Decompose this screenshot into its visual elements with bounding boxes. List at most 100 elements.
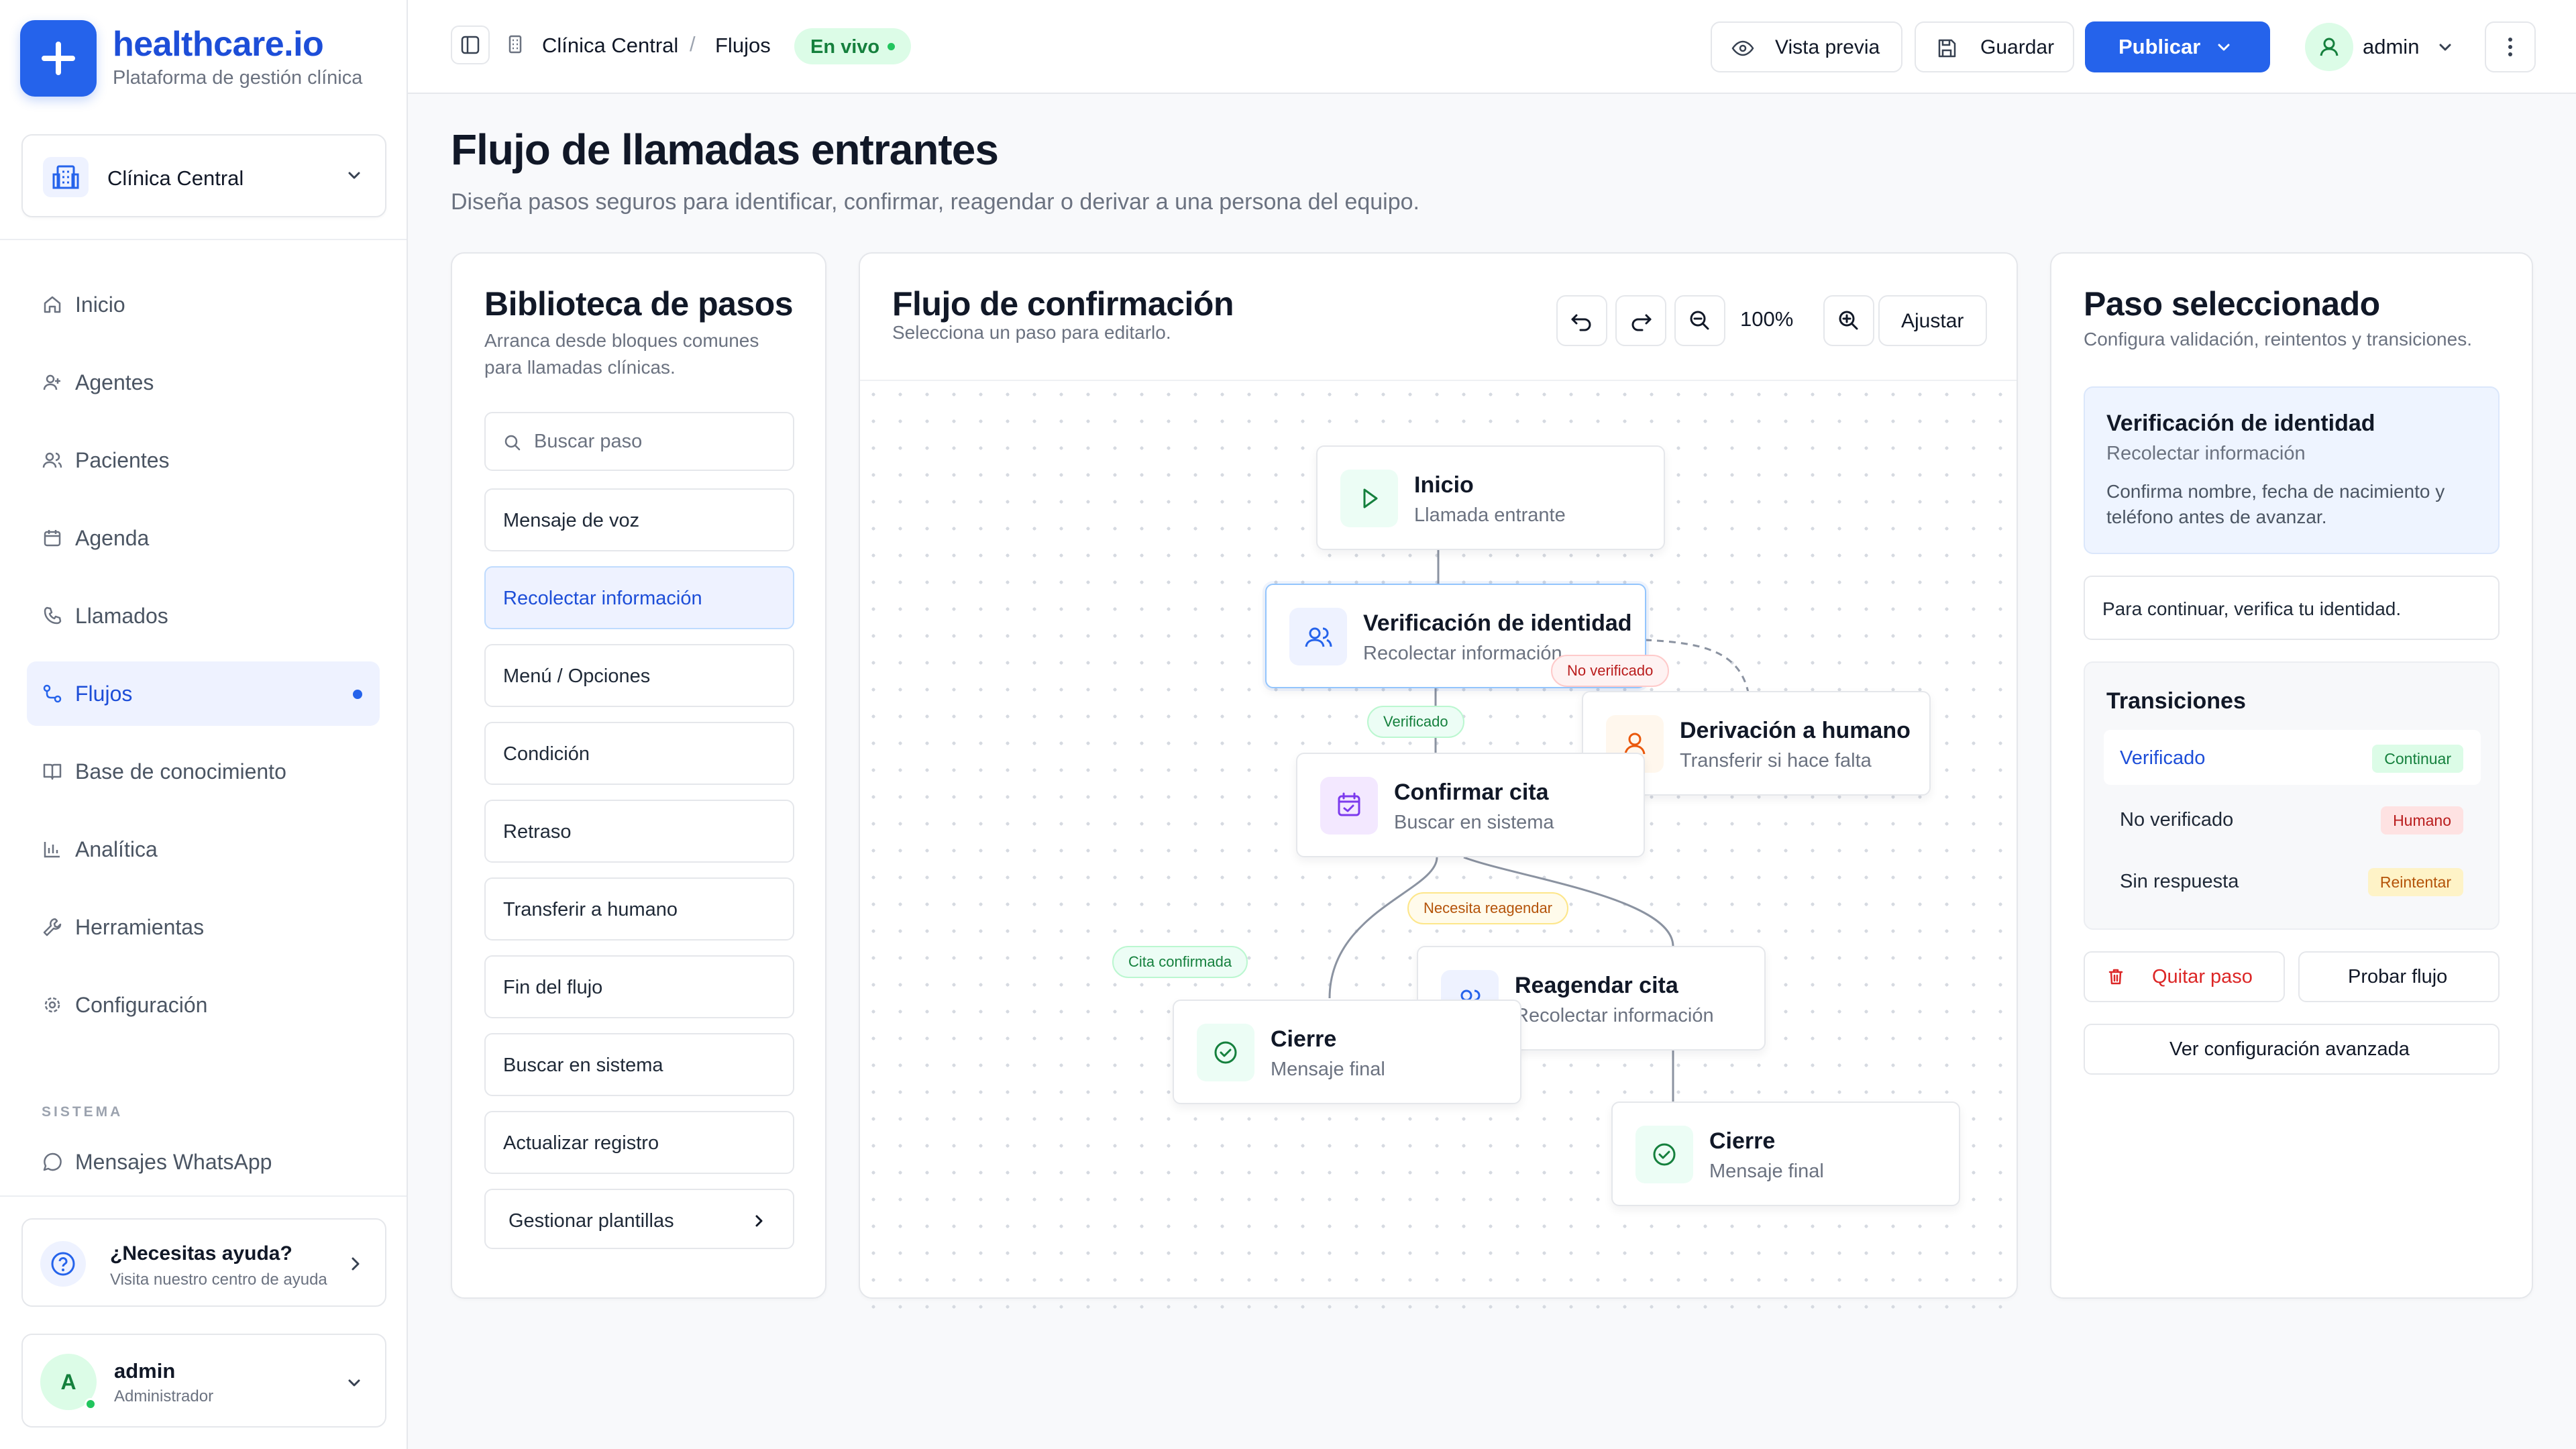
transition-label: Verificado — [2120, 747, 2206, 769]
sidebar-item-inicio[interactable]: Inicio — [27, 272, 380, 337]
sidebar-item-agenda[interactable]: Agenda — [27, 506, 380, 570]
library-item-label: Buscar en sistema — [503, 1055, 663, 1076]
flow-icon — [42, 683, 63, 704]
sidebar-item-agentes[interactable]: Agentes — [27, 350, 380, 415]
avatar[interactable] — [2305, 23, 2353, 71]
chevron-down-icon[interactable] — [2435, 38, 2455, 58]
zoom-level: 100% — [1740, 307, 1794, 331]
test-flow-label: Probar flujo — [2348, 966, 2448, 987]
transition-label: Sin respuesta — [2120, 871, 2239, 892]
save-icon — [1935, 36, 1959, 60]
page-subtitle: Diseña pasos seguros para identificar, c… — [451, 189, 1419, 215]
library-item-label: Condición — [503, 743, 590, 765]
selected-step-summary: Verificación de identidad Recolectar inf… — [2084, 386, 2500, 554]
library-item[interactable]: Recolectar información — [484, 566, 794, 629]
node-title: Reagendar cita — [1515, 973, 1678, 998]
library-item[interactable]: Buscar en sistema — [484, 1033, 794, 1096]
undo-button[interactable] — [1556, 295, 1607, 346]
zoom-out-button[interactable] — [1674, 295, 1725, 346]
sidebar-item-label: Flujos — [75, 682, 133, 706]
sidebar-item-label: Agentes — [75, 370, 154, 394]
flow-subtitle: Selecciona un paso para editarlo. — [892, 322, 1171, 343]
transitions-section: Transiciones Verificado Continuar No ver… — [2084, 661, 2500, 930]
transition-row[interactable]: No verificado Humano — [2104, 792, 2481, 847]
transition-row[interactable]: Sin respuesta Reintentar — [2104, 853, 2481, 908]
preview-button[interactable]: Vista previa — [1711, 21, 1902, 72]
agents-icon — [42, 372, 63, 393]
library-item[interactable]: Menú / Opciones — [484, 644, 794, 707]
sidebar-item-pacientes[interactable]: Pacientes — [27, 428, 380, 492]
publish-button[interactable]: Publicar — [2085, 21, 2270, 72]
library-item-label: Menú / Opciones — [503, 665, 651, 687]
library-item-label: Fin del flujo — [503, 977, 603, 998]
phone-icon — [42, 605, 63, 627]
toggle-sidebar-button[interactable] — [451, 25, 490, 64]
library-item[interactable]: Fin del flujo — [484, 955, 794, 1018]
breadcrumb-flujos[interactable]: Flujos — [715, 34, 771, 58]
prompt-message-field[interactable]: Para continuar, verifica tu identidad. — [2084, 576, 2500, 640]
chevron-down-icon[interactable] — [2214, 38, 2234, 58]
logo-plus-icon[interactable] — [20, 20, 97, 97]
node-subtitle: Recolectar información — [1363, 643, 1562, 664]
search-input[interactable]: Buscar paso — [484, 412, 794, 471]
check-circle-icon — [1197, 1024, 1254, 1081]
node-title: Derivación a humano — [1680, 718, 1911, 743]
user-menu[interactable]: A admin Administrador — [21, 1334, 386, 1428]
library-item[interactable]: Condición — [484, 722, 794, 785]
transition-row[interactable]: Verificado Continuar — [2104, 730, 2481, 785]
chevron-down-icon — [343, 165, 365, 186]
sidebar-item-llamados[interactable]: Llamados — [27, 584, 380, 648]
more-options-button[interactable] — [2485, 21, 2536, 72]
admin-name[interactable]: admin — [2363, 35, 2419, 59]
sidebar-item-whatsapp[interactable]: Mensajes WhatsApp — [27, 1130, 380, 1194]
flow-node-inicio[interactable]: Inicio Llamada entrante — [1316, 445, 1665, 550]
prompt-message-value: Para continuar, verifica tu identidad. — [2102, 598, 2402, 619]
help-circle-icon — [40, 1241, 86, 1287]
live-dot — [888, 43, 895, 50]
advanced-config-button[interactable]: Ver configuración avanzada — [2084, 1024, 2500, 1075]
manage-templates-button[interactable]: Gestionar plantillas — [484, 1189, 794, 1249]
flow-node-confirmar[interactable]: Confirmar cita Buscar en sistema — [1296, 753, 1645, 857]
flow-canvas[interactable]: Inicio Llamada entrante Verificación de … — [860, 380, 2017, 1312]
sidebar-item-herramientas[interactable]: Herramientas — [27, 895, 380, 959]
library-item[interactable]: Retraso — [484, 800, 794, 863]
help-subtitle: Visita nuestro centro de ayuda — [110, 1271, 327, 1289]
active-indicator-dot — [353, 690, 362, 699]
help-card[interactable]: ¿Necesitas ayuda? Visita nuestro centro … — [21, 1218, 386, 1307]
node-title: Cierre — [1709, 1128, 1776, 1154]
sidebar: healthcare.io Plataforma de gestión clín… — [0, 0, 408, 1449]
flow-node-cierre[interactable]: Cierre Mensaje final — [1611, 1102, 1960, 1206]
fit-button[interactable]: Ajustar — [1878, 295, 1987, 346]
node-subtitle: Mensaje final — [1709, 1161, 1824, 1182]
user-name: admin — [114, 1359, 176, 1383]
advanced-config-label: Ver configuración avanzada — [2169, 1038, 2410, 1060]
library-item[interactable]: Actualizar registro — [484, 1111, 794, 1174]
sidebar-item-configuracion[interactable]: Configuración — [27, 973, 380, 1037]
remove-step-button[interactable]: Quitar paso — [2084, 951, 2285, 1002]
zoom-in-button[interactable] — [1823, 295, 1874, 346]
save-button-label: Guardar — [1980, 36, 2055, 58]
clinic-selector[interactable]: Clínica Central — [21, 134, 386, 217]
sidebar-item-flujos[interactable]: Flujos — [27, 661, 380, 726]
library-item-label: Recolectar información — [503, 588, 702, 609]
library-item[interactable]: Mensaje de voz — [484, 488, 794, 551]
flow-node-cierre[interactable]: Cierre Mensaje final — [1173, 1000, 1521, 1104]
transition-label: No verificado — [2120, 809, 2234, 830]
test-flow-button[interactable]: Probar flujo — [2298, 951, 2500, 1002]
save-button[interactable]: Guardar — [1915, 21, 2074, 72]
library-item[interactable]: Transferir a humano — [484, 877, 794, 941]
flow-editor-panel: Flujo de confirmación Selecciona un paso… — [859, 252, 2018, 1312]
sidebar-item-base-conocimiento[interactable]: Base de conocimiento — [27, 739, 380, 804]
sidebar-item-label: Configuración — [75, 993, 208, 1017]
chart-icon — [42, 839, 63, 860]
selected-step-title: Verificación de identidad — [2106, 411, 2375, 436]
search-placeholder: Buscar paso — [534, 431, 643, 452]
step-library-panel: Biblioteca de pasos Arranca desde bloque… — [451, 252, 826, 1299]
gear-icon — [42, 994, 63, 1016]
library-item-label: Mensaje de voz — [503, 510, 640, 531]
chevron-right-icon — [751, 1213, 767, 1229]
breadcrumb-clinic[interactable]: Clínica Central — [542, 34, 678, 58]
node-title: Cierre — [1271, 1026, 1337, 1052]
sidebar-item-analitica[interactable]: Analítica — [27, 817, 380, 881]
redo-button[interactable] — [1615, 295, 1666, 346]
